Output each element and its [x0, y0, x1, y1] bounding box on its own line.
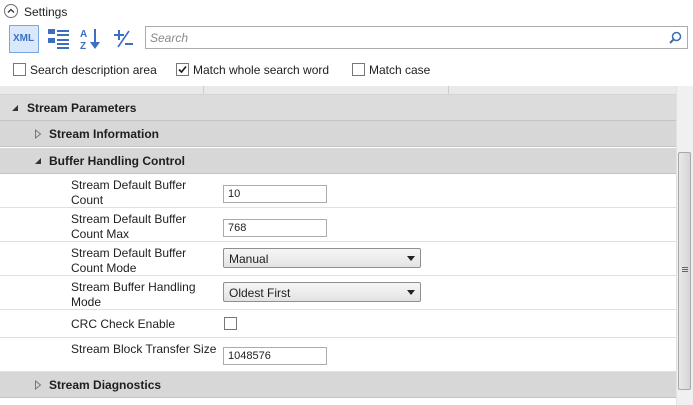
property-grid: Stream Parameters Stream Information Buf…: [0, 86, 693, 405]
search-options: Search description area Match whole sear…: [0, 60, 693, 82]
property-row: CRC Check Enable: [0, 310, 676, 338]
category-label: Stream Information: [49, 127, 160, 141]
collapsed-triangle-icon[interactable]: [34, 129, 42, 139]
category-label: Buffer Handling Control: [49, 154, 185, 168]
property-row: Stream Default Buffer Count Max: [0, 208, 676, 242]
category-stream-information[interactable]: Stream Information: [0, 121, 676, 147]
category-label: Stream Parameters: [27, 101, 137, 115]
modified-values-button[interactable]: [110, 25, 140, 53]
sort-az-icon: A Z: [80, 29, 100, 52]
search-box: [145, 26, 688, 49]
search-description-label: Search description area: [30, 63, 157, 77]
property-row: Stream Default Buffer Count Mode Manual: [0, 242, 676, 276]
settings-title: Settings: [24, 5, 68, 19]
property-row: Stream Buffer Handling Mode Oldest First: [0, 276, 676, 310]
property-name: Stream Default Buffer Count: [71, 178, 187, 207]
buffer-count-input[interactable]: [223, 185, 327, 203]
select-value: Manual: [229, 252, 269, 266]
select-value: Oldest First: [229, 286, 291, 300]
search-input[interactable]: [150, 29, 650, 46]
block-transfer-size-input[interactable]: [223, 347, 327, 365]
property-name: Stream Default Buffer Count Mode: [71, 246, 187, 275]
property-row: Stream Block Transfer Size: [0, 338, 676, 372]
search-description-checkbox[interactable]: [13, 63, 26, 76]
category-buffer-handling-control[interactable]: Buffer Handling Control: [0, 148, 676, 174]
column-header: [0, 86, 676, 95]
xml-icon: XML: [13, 33, 35, 44]
expanded-triangle-icon[interactable]: [34, 157, 42, 165]
chevron-up-icon: [7, 8, 15, 13]
buffer-count-mode-select[interactable]: Manual: [223, 248, 421, 268]
crc-check-enable-checkbox[interactable]: [224, 317, 237, 330]
property-name: Stream Default Buffer Count Max: [71, 212, 187, 241]
property-name: Stream Block Transfer Size: [71, 342, 217, 356]
grip-line: [682, 271, 688, 272]
buffer-count-max-input[interactable]: [223, 219, 327, 237]
category-label: Stream Diagnostics: [49, 378, 162, 392]
vertical-scrollbar[interactable]: [676, 86, 693, 405]
scrollbar-thumb[interactable]: [678, 152, 691, 390]
category-stream-parameters[interactable]: Stream Parameters: [0, 95, 676, 121]
xml-view-button[interactable]: XML: [9, 25, 39, 53]
settings-header: Settings: [0, 0, 693, 24]
match-case-checkbox[interactable]: [352, 63, 365, 76]
categorized-list-icon: [48, 29, 69, 49]
grip-line: [682, 267, 688, 268]
property-row: Stream Default Buffer Count: [0, 174, 676, 208]
checkmark-icon: [178, 65, 187, 74]
alphabetical-sort-button[interactable]: A Z: [77, 25, 107, 53]
svg-text:Z: Z: [80, 41, 86, 52]
collapse-settings-button[interactable]: [4, 4, 18, 18]
property-name: Stream Buffer Handling Mode: [71, 280, 196, 309]
buffer-handling-mode-select[interactable]: Oldest First: [223, 282, 421, 302]
grip-line: [682, 269, 688, 270]
column-separator[interactable]: [448, 86, 449, 94]
category-stream-diagnostics[interactable]: Stream Diagnostics: [0, 372, 676, 398]
dropdown-arrow-icon: [407, 256, 415, 261]
property-name: CRC Check Enable: [71, 317, 176, 331]
expanded-triangle-icon[interactable]: [11, 104, 19, 112]
dropdown-arrow-icon: [407, 290, 415, 295]
column-separator[interactable]: [203, 86, 204, 94]
match-whole-word-checkbox[interactable]: [176, 63, 189, 76]
match-whole-word-label: Match whole search word: [193, 63, 330, 77]
plus-minus-icon: [114, 30, 133, 48]
svg-text:A: A: [80, 29, 87, 40]
collapsed-triangle-icon[interactable]: [34, 380, 42, 390]
match-case-label: Match case: [369, 63, 431, 77]
search-icon[interactable]: [669, 31, 682, 44]
categorized-view-button[interactable]: [44, 25, 74, 53]
